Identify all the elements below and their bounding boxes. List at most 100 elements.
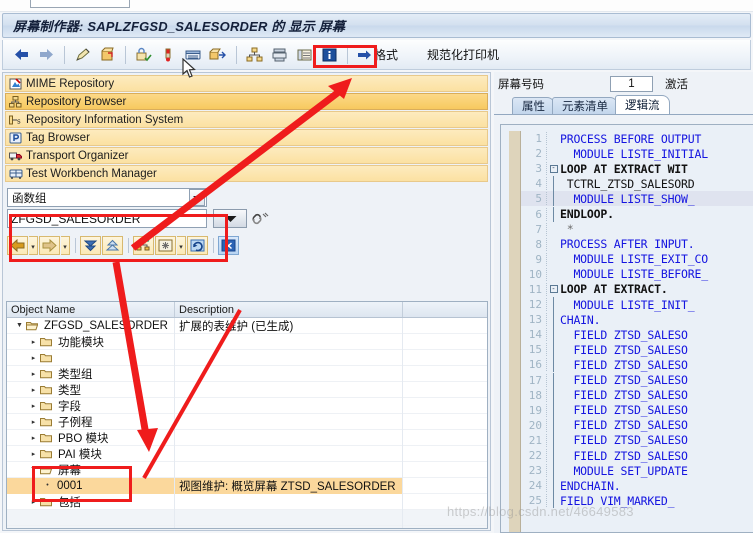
back-arrow-icon[interactable] — [9, 43, 33, 67]
table-row[interactable]: ▸ 类型 — [7, 381, 487, 398]
bullet-icon[interactable]: • — [41, 482, 54, 489]
table-row[interactable]: ▸ 功能模块 — [7, 333, 487, 350]
sidebar-item-mime-repository[interactable]: MIME Repository — [5, 75, 488, 92]
code-line[interactable]: 3- LOOP AT EXTRACT WIT — [521, 161, 753, 176]
code-line[interactable]: 25 FIELD VIM_MARKED_ — [521, 493, 753, 509]
chevron-right-icon[interactable]: ▸ — [27, 434, 40, 442]
table-row[interactable]: ▸ 类型组 — [7, 365, 487, 382]
table-row[interactable]: ▸ PBO 模块 — [7, 429, 487, 446]
code-line[interactable]: 23 MODULE SET_UPDATE — [521, 463, 753, 479]
forward-arrow-icon[interactable] — [34, 43, 58, 67]
tree-cell-description — [175, 429, 403, 446]
chevron-down-icon[interactable] — [189, 189, 205, 206]
tree-forward-dropdown[interactable]: ▾ — [61, 235, 70, 255]
code-line[interactable]: 8 PROCESS AFTER INPUT. — [521, 237, 753, 252]
code-line[interactable]: 1 PROCESS BEFORE OUTPUT — [521, 131, 753, 146]
table-row[interactable]: ▼ 屏幕 — [7, 461, 487, 478]
editor-code-area[interactable]: 1 PROCESS BEFORE OUTPUT 2 MODULE LISTE_INI… — [521, 131, 753, 532]
object-name-dropdown-button[interactable] — [213, 209, 247, 228]
command-field-stub[interactable] — [30, 0, 130, 8]
code-line[interactable]: 4 TCTRL_ZTSD_SALESORD — [521, 176, 753, 192]
code-line[interactable]: 15 FIELD ZTSD_SALESO — [521, 342, 753, 358]
code-line[interactable]: 18 FIELD ZTSD_SALESO — [521, 387, 753, 403]
tree-expand-all-button[interactable] — [80, 235, 101, 255]
object-list-icon[interactable] — [242, 43, 266, 67]
format-button[interactable]: 格式 — [353, 44, 405, 66]
editor-breakpoint-gutter[interactable] — [509, 131, 521, 532]
chevron-right-icon[interactable]: ▸ — [27, 402, 40, 410]
sidebar-item-transport-organizer[interactable]: Transport Organizer — [5, 147, 488, 164]
table-row[interactable]: ▸ 字段 — [7, 397, 487, 414]
display-change-icon[interactable] — [95, 43, 119, 67]
chevron-right-icon[interactable]: ▸ — [27, 370, 40, 378]
tree-refresh-button[interactable] — [187, 235, 208, 255]
activate-icon[interactable] — [156, 43, 180, 67]
code-line[interactable]: 20 FIELD ZTSD_SALESO — [521, 417, 753, 433]
chevron-right-icon[interactable]: ▸ — [27, 354, 40, 362]
chevron-right-icon[interactable]: ▸ — [27, 418, 40, 426]
chevron-down-icon[interactable]: ▼ — [27, 466, 40, 473]
code-line[interactable]: 14 FIELD ZTSD_SALESO — [521, 327, 753, 343]
tree-back-button[interactable] — [7, 235, 28, 255]
where-used-icon[interactable] — [267, 43, 291, 67]
sidebar-item-tag-browser[interactable]: Tag Browser — [5, 129, 488, 146]
code-line[interactable]: 10 MODULE LISTE_BEFORE_ — [521, 267, 753, 282]
code-line[interactable]: 11- LOOP AT EXTRACT. — [521, 282, 753, 297]
check-object-icon[interactable] — [131, 43, 155, 67]
tree-back-dropdown[interactable]: ▾ — [29, 235, 38, 255]
line-number: 6 — [521, 207, 547, 221]
tree-column-extra[interactable] — [403, 302, 487, 317]
flow-logic-editor[interactable]: 1 PROCESS BEFORE OUTPUT 2 MODULE LISTE_INI… — [500, 124, 753, 533]
sidebar-item-repository-browser[interactable]: Repository Browser — [5, 93, 488, 110]
code-line[interactable]: 12 MODULE LISTE_INIT_ — [521, 297, 753, 313]
tree-object-list-button[interactable] — [133, 235, 154, 255]
tree-column-description[interactable]: Description — [175, 302, 403, 317]
code-line[interactable]: 16 FIELD ZTSD_SALESO — [521, 357, 753, 373]
code-line[interactable]: 7 * — [521, 222, 753, 237]
tree-node-label: PBO 模块 — [58, 432, 109, 445]
code-line[interactable]: 2 MODULE LISTE_INITIAL — [521, 146, 753, 161]
object-name-input[interactable]: ZFGSD_SALESORDER — [7, 209, 207, 228]
code-line[interactable]: 17 FIELD ZTSD_SALESO — [521, 372, 753, 388]
table-row[interactable]: ▸ 子例程 — [7, 413, 487, 430]
chevron-right-icon[interactable]: ▸ — [27, 498, 40, 506]
element-list-icon[interactable] — [292, 43, 316, 67]
navigate-icon[interactable] — [206, 43, 230, 67]
code-line[interactable]: 5 MODULE LISTE_SHOW_ — [521, 191, 753, 207]
table-row[interactable]: ▼ ZFGSD_SALESORDER 扩展的表维护 (已生成) — [7, 317, 487, 334]
code-line[interactable]: 19 FIELD ZTSD_SALESO — [521, 402, 753, 418]
code-line[interactable]: 6 ENDLOOP. — [521, 206, 753, 222]
table-row[interactable]: • 0001 视图维护: 概览屏幕 ZTSD_SALESORDER — [7, 477, 487, 494]
fold-collapse-icon[interactable]: - — [547, 285, 560, 294]
chevron-right-icon[interactable]: ▸ — [27, 338, 40, 346]
tree-close-button[interactable] — [218, 235, 239, 255]
tree-column-object-name[interactable]: Object Name — [7, 302, 175, 317]
tab-flow-logic[interactable]: 逻辑流 — [615, 95, 670, 114]
tree-forward-button[interactable] — [39, 235, 60, 255]
table-row[interactable]: ▸ PAI 模块 — [7, 445, 487, 462]
pencil-edit-icon[interactable] — [70, 43, 94, 67]
display-object-button[interactable] — [249, 209, 271, 228]
sidebar-item-repository-information-system[interactable]: s Repository Information System — [5, 111, 488, 128]
chevron-right-icon[interactable]: ▸ — [27, 450, 40, 458]
tree-filter-dropdown[interactable]: ▾ — [177, 235, 186, 255]
chevron-right-icon[interactable]: ▸ — [27, 386, 40, 394]
sidebar-item-test-workbench-manager[interactable]: Test Workbench Manager — [5, 165, 488, 182]
screen-number-input[interactable]: 1 — [610, 75, 653, 92]
tab-attributes[interactable]: 属性 — [512, 97, 555, 114]
table-row[interactable]: ▸ — [7, 349, 487, 366]
table-row[interactable]: ▸ 包括 — [7, 493, 487, 510]
code-line[interactable]: 22 FIELD ZTSD_SALESO — [521, 448, 753, 464]
layout-editor-icon[interactable] — [181, 43, 205, 67]
tree-collapse-all-button[interactable] — [102, 235, 123, 255]
code-line[interactable]: 13 CHAIN. — [521, 312, 753, 328]
fold-collapse-icon[interactable]: - — [547, 164, 560, 173]
object-type-select[interactable]: 函数组 — [7, 188, 207, 207]
info-icon[interactable] — [317, 43, 341, 67]
code-line[interactable]: 9 MODULE LISTE_EXIT_CO — [521, 252, 753, 267]
tab-element-list[interactable]: 元素清单 — [552, 97, 618, 114]
chevron-down-icon[interactable]: ▼ — [13, 322, 26, 329]
tree-filter-button[interactable] — [155, 235, 176, 255]
code-line[interactable]: 24 ENDCHAIN. — [521, 478, 753, 494]
code-line[interactable]: 21 FIELD ZTSD_SALESO — [521, 432, 753, 448]
